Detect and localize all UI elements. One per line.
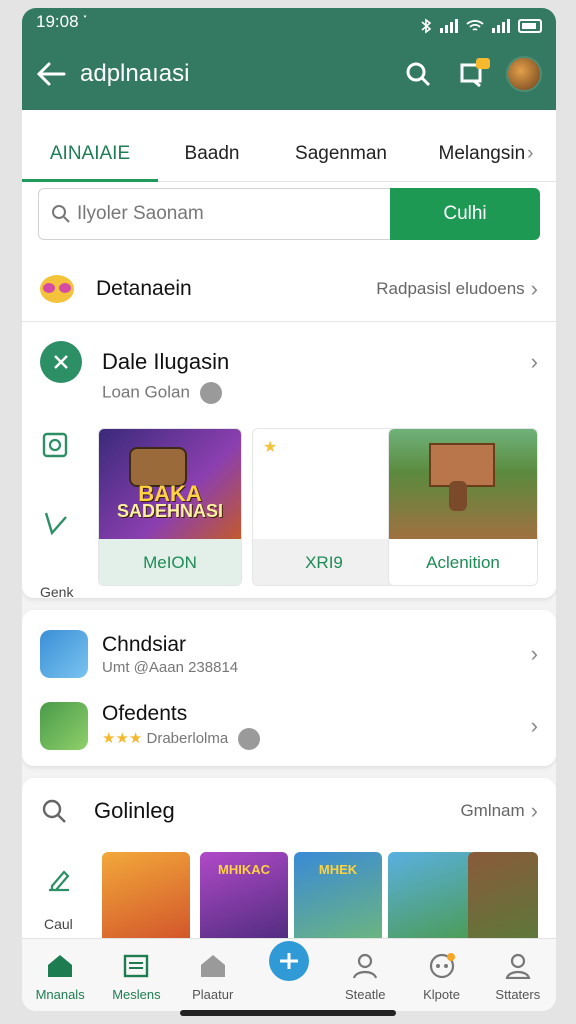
tab-3[interactable]: Sagenman <box>266 126 416 181</box>
home-icon <box>44 951 76 981</box>
nav-person[interactable]: Steatle <box>327 939 403 1011</box>
section-row-1[interactable]: Detanaein Radpasisl eludoens › <box>22 256 556 322</box>
gamepad-icon <box>426 951 458 981</box>
nav-house[interactable]: Plaatur <box>175 939 251 1011</box>
game-button[interactable]: Aclenition <box>389 539 537 585</box>
character-illustration <box>449 481 467 511</box>
wifi-icon <box>466 20 484 31</box>
chevron-right-icon: › <box>530 798 538 823</box>
calendar-icon <box>120 951 152 981</box>
section-subtitle: Loan Golan <box>102 382 222 404</box>
search-input[interactable]: Ilyoler Saonam <box>38 188 390 240</box>
side-icons: Genk <box>40 430 84 600</box>
search-submit-button[interactable]: Culhi <box>390 188 540 240</box>
search-icon <box>406 62 431 87</box>
chevron-right-icon: › <box>530 713 538 738</box>
list-item[interactable]: Chndsiar Umt @Aaan 238814 › <box>22 624 556 684</box>
recent-card: Chndsiar Umt @Aaan 238814 › Ofedents ★★★… <box>22 610 556 766</box>
tab-4[interactable]: Melangsin › <box>416 126 556 181</box>
pen-icon[interactable] <box>40 507 72 539</box>
star-icon: ★ <box>263 439 278 456</box>
app-icon <box>40 702 88 750</box>
tab-2[interactable]: Baadn <box>158 126 266 181</box>
list-item[interactable]: Ofedents ★★★ Draberlolma › <box>22 696 556 756</box>
emoji-icon <box>40 274 74 303</box>
thumbnail[interactable] <box>468 852 538 948</box>
nav-calendar[interactable]: Meslens <box>98 939 174 1011</box>
edit-icon[interactable] <box>44 866 74 896</box>
game-button[interactable]: XRI9 <box>253 539 395 585</box>
search-icon <box>52 205 70 223</box>
home-indicator[interactable] <box>180 1010 396 1016</box>
chat-icon[interactable] <box>40 430 72 462</box>
chevron-right-icon: › <box>530 349 538 374</box>
signal-icon <box>440 19 458 33</box>
info-icon <box>199 382 222 404</box>
chevron-right-icon: › <box>530 275 538 301</box>
section-title: Detanaein <box>96 276 192 300</box>
game-card[interactable]: BAKA SADEHNASI MeION <box>98 428 242 586</box>
status-time: 19:08 ་ <box>36 12 87 31</box>
tab-bar: AINAIAIE Baadn Sagenman Melangsin › <box>22 126 556 182</box>
nav-center[interactable] <box>251 939 327 1011</box>
person-icon <box>349 951 381 981</box>
main-card: AINAIAIE Baadn Sagenman Melangsin › Ilyol… <box>22 110 556 600</box>
game-button[interactable]: MeION <box>99 539 241 585</box>
section-row-2[interactable]: Dale Ilugasin › <box>22 336 556 388</box>
rating-stars-icon: ★★★ <box>102 729 143 747</box>
phone-screen: 19:08 ་ adplnaıasi AINAIAIE Baadn Sagenm… <box>22 8 556 1011</box>
signal-icon-2 <box>492 19 510 33</box>
app-title: adplnaıasi <box>80 60 190 87</box>
game-art: ★ <box>253 429 395 539</box>
nav-home[interactable]: Mnanals <box>22 939 98 1011</box>
search-icon <box>42 799 66 823</box>
thumbnail[interactable] <box>102 852 190 948</box>
search-bar: Ilyoler Saonam Culhi <box>38 188 540 240</box>
search-button[interactable] <box>398 54 438 94</box>
nav-profile[interactable]: Sttaters <box>480 939 556 1011</box>
house-icon <box>197 951 229 981</box>
thumbnail[interactable] <box>388 852 476 948</box>
status-bar: 19:08 ་ <box>36 12 542 38</box>
game-art <box>389 429 537 539</box>
app-header: 19:08 ་ adplnaıasi <box>22 8 556 110</box>
arrow-left-icon <box>36 62 66 86</box>
section-link[interactable]: Radpasisl eludoens <box>376 279 524 299</box>
profile-icon <box>502 951 534 981</box>
notification-badge <box>476 58 490 69</box>
notifications-button[interactable] <box>452 54 492 94</box>
game-card[interactable]: ★ XRI9 <box>252 428 396 586</box>
discover-card: Golinleg Gmlnam › Caul MHIKAC MHEK <box>22 778 556 958</box>
plane-icon <box>268 941 309 981</box>
section-header[interactable]: Golinleg Gmlnam › <box>22 786 556 836</box>
bottom-nav: Mnanals Meslens Plaatur Steatle Klpote S… <box>22 938 556 1011</box>
chevron-right-icon: › <box>530 641 538 666</box>
thumbnail[interactable]: MHIKAC <box>200 852 288 948</box>
link-icon <box>40 341 82 383</box>
side-label: Genk <box>40 584 74 600</box>
game-card[interactable]: Aclenition <box>388 428 538 586</box>
tab-1[interactable]: AINAIAIE <box>22 126 158 182</box>
back-button[interactable] <box>36 56 72 92</box>
game-art: BAKA SADEHNASI <box>99 429 241 539</box>
thumbnail[interactable]: MHEK <box>294 852 382 948</box>
nav-games[interactable]: Klpote <box>403 939 479 1011</box>
bluetooth-icon <box>421 18 432 34</box>
battery-icon <box>518 19 542 33</box>
app-icon <box>40 630 88 678</box>
avatar[interactable] <box>506 56 542 92</box>
info-icon <box>238 728 261 750</box>
section-title-2: Dale Ilugasin <box>102 349 230 374</box>
